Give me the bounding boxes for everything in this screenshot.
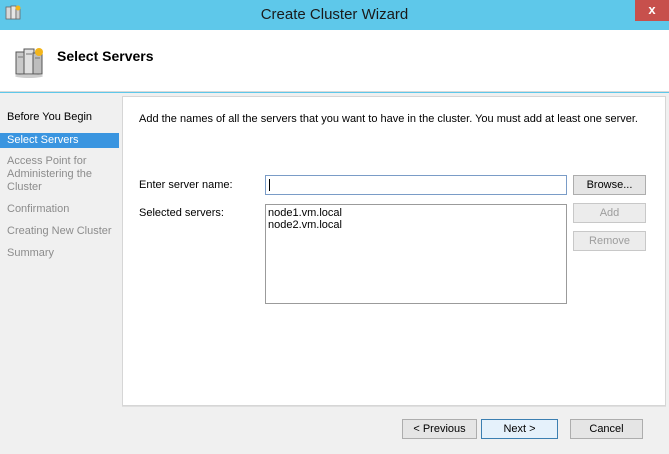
wizard-window: Create Cluster Wizard x Select Servers B… xyxy=(0,0,669,454)
content-panel: Add the names of all the servers that yo… xyxy=(122,96,666,406)
wizard-header: Select Servers xyxy=(0,30,669,92)
title-bar[interactable]: Create Cluster Wizard x xyxy=(0,0,669,30)
server-name-label: Enter server name: xyxy=(139,179,233,191)
wizard-body: Before You Begin Select Servers Access P… xyxy=(0,93,669,454)
close-button[interactable]: x xyxy=(635,0,669,21)
server-name-input[interactable] xyxy=(265,175,567,195)
next-button[interactable]: Next > xyxy=(481,419,558,439)
wizard-footer: < Previous Next > Cancel xyxy=(122,406,666,454)
selected-servers-list[interactable]: node1.vm.local node2.vm.local xyxy=(265,204,567,304)
step-creating-new-cluster: Creating New Cluster xyxy=(7,225,112,237)
list-item[interactable]: node1.vm.local xyxy=(268,207,564,219)
list-item[interactable]: node2.vm.local xyxy=(268,219,564,231)
add-button[interactable]: Add xyxy=(573,203,646,223)
window-title: Create Cluster Wizard xyxy=(260,6,409,23)
servers-icon xyxy=(15,48,43,78)
step-select-servers[interactable]: Select Servers xyxy=(0,133,119,148)
selected-servers-label: Selected servers: xyxy=(139,207,224,219)
browse-button[interactable]: Browse... xyxy=(573,175,646,195)
step-confirmation: Confirmation xyxy=(7,203,70,215)
page-title: Select Servers xyxy=(57,48,154,64)
close-icon: x xyxy=(648,2,656,17)
wizard-steps: Before You Begin Select Servers Access P… xyxy=(0,93,121,454)
previous-button[interactable]: < Previous xyxy=(402,419,477,439)
remove-button[interactable]: Remove xyxy=(573,231,646,251)
cancel-button[interactable]: Cancel xyxy=(570,419,643,439)
step-summary: Summary xyxy=(7,247,55,259)
step-before-you-begin[interactable]: Before You Begin xyxy=(0,111,119,124)
text-caret xyxy=(269,179,270,191)
instructions-text: Add the names of all the servers that yo… xyxy=(139,113,638,125)
step-access-point: Access Point for Administering the Clust… xyxy=(7,155,92,193)
